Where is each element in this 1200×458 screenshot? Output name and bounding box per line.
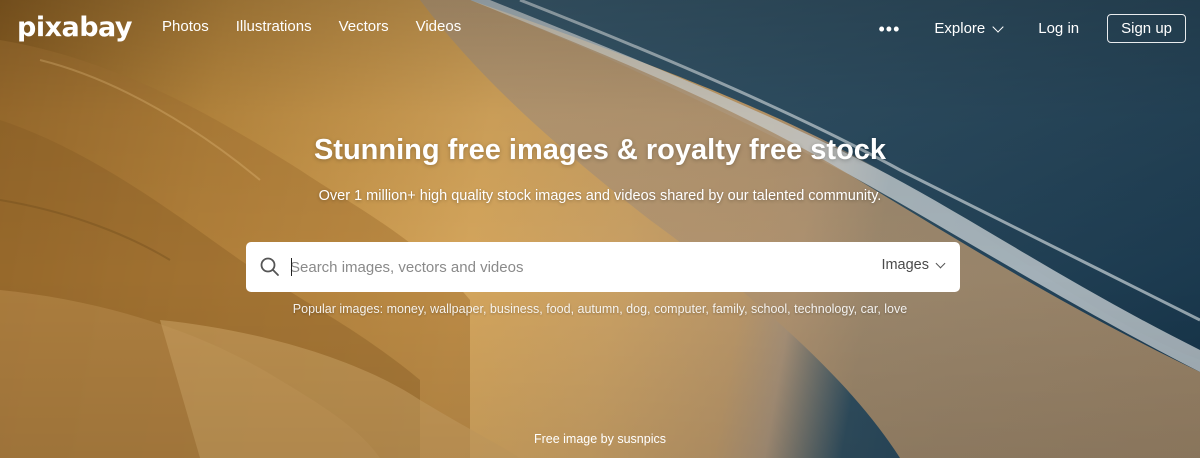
popular-tag[interactable]: food: [546, 302, 570, 316]
primary-nav-links: Photos Illustrations Vectors Videos: [162, 18, 488, 35]
search-input[interactable]: [290, 252, 850, 282]
popular-tag[interactable]: computer: [654, 302, 705, 316]
explore-label: Explore: [934, 20, 986, 37]
popular-tag[interactable]: car: [861, 302, 878, 316]
nav-link-vectors[interactable]: Vectors: [339, 18, 389, 35]
nav-right: ••• Explore Log in Sign up: [878, 14, 1186, 43]
explore-menu[interactable]: Explore: [934, 20, 1004, 37]
popular-tag[interactable]: business: [490, 302, 539, 316]
chevron-down-icon: [992, 20, 1004, 33]
popular-searches: Popular images: money, wallpaper, busine…: [292, 302, 908, 316]
popular-prefix: Popular images:: [292, 302, 384, 316]
hero-scrim: [0, 0, 1200, 458]
popular-tag[interactable]: technology: [794, 302, 854, 316]
popular-tag[interactable]: wallpaper: [430, 302, 483, 316]
text-caret: [291, 258, 292, 276]
more-dots-icon[interactable]: •••: [878, 16, 900, 42]
top-nav: pixabay Photos Illustrations Vectors Vid…: [0, 0, 1200, 54]
nav-link-illustrations[interactable]: Illustrations: [236, 18, 312, 35]
hero-subline: Over 1 million+ high quality stock image…: [318, 188, 882, 204]
hero-headline: Stunning free images & royalty free stoc…: [313, 134, 887, 166]
search-bar: Images: [246, 242, 960, 292]
popular-tag[interactable]: autumn: [578, 302, 620, 316]
popular-tag[interactable]: dog: [626, 302, 647, 316]
popular-tag[interactable]: family: [712, 302, 744, 316]
nav-link-photos[interactable]: Photos: [162, 18, 209, 35]
chevron-down-icon: [935, 258, 946, 268]
pixabay-logo[interactable]: pixabay: [17, 12, 133, 43]
media-type-select[interactable]: Images: [881, 257, 946, 273]
popular-tag[interactable]: love: [884, 302, 907, 316]
nav-link-videos[interactable]: Videos: [416, 18, 462, 35]
popular-tag[interactable]: school: [751, 302, 787, 316]
login-link[interactable]: Log in: [1038, 20, 1079, 37]
signup-button[interactable]: Sign up: [1107, 14, 1186, 43]
media-type-label: Images: [881, 257, 929, 273]
popular-tag[interactable]: money: [387, 302, 424, 316]
hero-background: [0, 0, 1200, 458]
image-credit[interactable]: Free image by susnpics: [0, 432, 1200, 446]
search-icon[interactable]: [259, 256, 281, 278]
